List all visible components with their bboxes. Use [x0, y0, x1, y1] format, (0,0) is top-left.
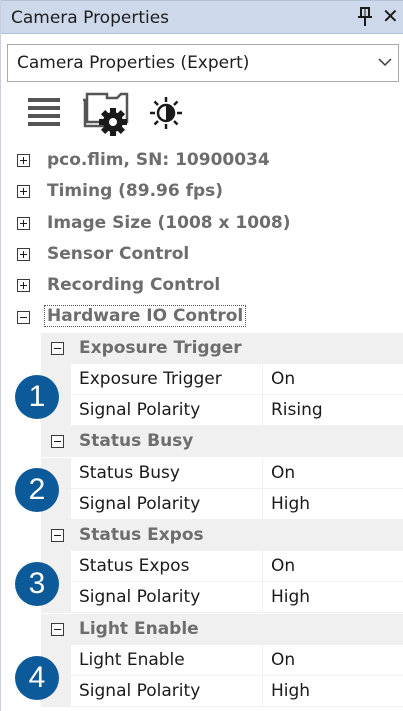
collapse-icon[interactable]	[51, 435, 64, 448]
property-name: Signal Polarity	[79, 587, 201, 607]
property-name-cell: Exposure Trigger	[71, 364, 263, 394]
collapse-icon[interactable]	[51, 623, 64, 636]
close-icon[interactable]: ✕	[382, 4, 399, 28]
property-name: Status Expos	[79, 556, 190, 576]
property-name-cell: Status Expos	[71, 551, 263, 581]
property-value[interactable]: Rising	[271, 400, 323, 420]
property-row[interactable]: Signal Polarity High	[71, 676, 403, 707]
callout-badge-1: 1	[15, 375, 59, 419]
property-name-cell: Signal Polarity	[71, 582, 263, 612]
property-name-cell: Light Enable	[71, 645, 263, 675]
property-name-cell: Status Busy	[71, 458, 263, 488]
brightness-icon[interactable]	[149, 96, 183, 130]
tree-category-timing[interactable]: Timing (89.96 fps)	[1, 176, 403, 207]
property-name: Light Enable	[79, 650, 185, 670]
list-icon[interactable]	[27, 96, 61, 130]
expand-icon[interactable]	[17, 279, 30, 292]
view-mode-dropdown[interactable]: Camera Properties (Expert)	[7, 44, 399, 82]
subgroup-exposure-trigger[interactable]: Exposure Trigger	[41, 333, 403, 364]
subgroup-label: Exposure Trigger	[79, 338, 242, 358]
expand-icon[interactable]	[17, 154, 30, 167]
subgroup-label: Status Expos	[79, 525, 204, 545]
property-row[interactable]: Status Expos On	[71, 551, 403, 582]
tree-category-camera[interactable]: pco.flim, SN: 10900034	[1, 145, 403, 176]
property-name: Signal Polarity	[79, 681, 201, 701]
property-name-cell: Signal Polarity	[71, 489, 263, 519]
property-value[interactable]: High	[271, 494, 310, 514]
category-label: Timing (89.96 fps)	[47, 181, 224, 201]
property-name: Signal Polarity	[79, 400, 201, 420]
property-row[interactable]: Signal Polarity High	[71, 582, 403, 613]
property-row[interactable]: Signal Polarity High	[71, 489, 403, 520]
camera-properties-panel: Camera Properties ✕ Camera Properties (E…	[0, 0, 403, 711]
collapse-icon[interactable]	[51, 342, 64, 355]
category-label: Hardware IO Control	[44, 305, 247, 327]
subgroup-label: Light Enable	[79, 619, 199, 639]
callout-badge-2: 2	[15, 468, 59, 512]
property-row[interactable]: Light Enable On	[71, 645, 403, 676]
property-value[interactable]: On	[271, 650, 295, 670]
property-value[interactable]: On	[271, 463, 295, 483]
property-name: Status Busy	[79, 463, 180, 483]
chevron-down-icon	[378, 58, 392, 67]
subgroup-status-expos[interactable]: Status Expos	[41, 520, 403, 551]
property-value[interactable]: On	[271, 369, 295, 389]
collapse-icon[interactable]	[51, 529, 64, 542]
panel-titlebar: Camera Properties ✕	[1, 0, 403, 34]
tree-category-recording-control[interactable]: Recording Control	[1, 270, 403, 301]
property-value[interactable]: High	[271, 587, 310, 607]
property-name: Exposure Trigger	[79, 369, 222, 389]
expand-icon[interactable]	[17, 185, 30, 198]
subgroup-label: Status Busy	[79, 431, 194, 451]
callout-badge-4: 4	[15, 656, 59, 700]
property-row[interactable]: Signal Polarity Rising	[71, 395, 403, 426]
callout-badge-3: 3	[15, 562, 59, 606]
category-label: Sensor Control	[47, 244, 190, 264]
expand-icon[interactable]	[17, 248, 30, 261]
category-label: Recording Control	[47, 275, 221, 295]
tree-category-sensor-control[interactable]: Sensor Control	[1, 239, 403, 270]
camera-settings-icon[interactable]	[81, 92, 133, 136]
pin-icon[interactable]	[357, 6, 373, 28]
tree-category-hardware-io-control[interactable]: Hardware IO Control	[1, 302, 403, 333]
tree-category-image-size[interactable]: Image Size (1008 x 1008)	[1, 208, 403, 239]
property-row[interactable]: Exposure Trigger On	[71, 364, 403, 395]
panel-title: Camera Properties	[11, 8, 170, 28]
subgroup-status-busy[interactable]: Status Busy	[41, 426, 403, 457]
property-row[interactable]: Status Busy On	[71, 458, 403, 489]
property-name-cell: Signal Polarity	[71, 676, 263, 706]
property-name-cell: Signal Polarity	[71, 395, 263, 425]
view-mode-value: Camera Properties (Expert)	[17, 53, 250, 73]
subgroup-light-enable[interactable]: Light Enable	[41, 614, 403, 645]
expand-icon[interactable]	[17, 217, 30, 230]
property-value[interactable]: On	[271, 556, 295, 576]
category-label: Image Size (1008 x 1008)	[47, 213, 291, 233]
property-value[interactable]: High	[271, 681, 310, 701]
property-name: Signal Polarity	[79, 494, 201, 514]
collapse-icon[interactable]	[17, 311, 30, 324]
category-label: pco.flim, SN: 10900034	[47, 150, 270, 170]
